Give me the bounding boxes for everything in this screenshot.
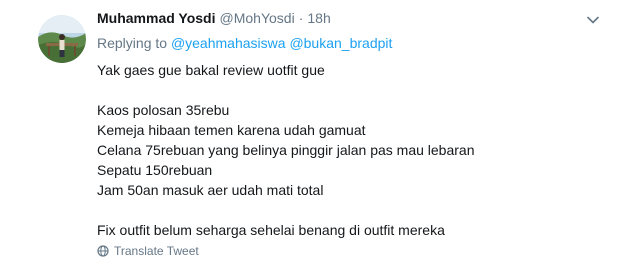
- replying-to-label: Replying to: [97, 35, 168, 51]
- tweet-line: Kemeja hibaan temen karena udah gamuat: [97, 122, 366, 138]
- tweet-line: Yak gaes gue bakal review uotfit gue: [97, 62, 325, 78]
- tweet-line: Kaos polosan 35rebu: [97, 102, 230, 118]
- display-name[interactable]: Muhammad Yosdi: [97, 10, 216, 26]
- tweet-text: Yak gaes gue bakal review uotfit gue Kao…: [97, 60, 617, 240]
- avatar-image: [38, 15, 86, 63]
- replying-to: Replying to @yeahmahasiswa @bukan_bradpi…: [97, 35, 392, 51]
- mention-link[interactable]: @bukan_bradpit: [289, 35, 392, 51]
- avatar[interactable]: [38, 15, 86, 63]
- translate-label: Translate Tweet: [114, 244, 199, 258]
- tweet-timestamp[interactable]: 18h: [307, 10, 330, 26]
- translate-tweet-link[interactable]: Translate Tweet: [97, 244, 199, 258]
- mention-link[interactable]: @yeahmahasiswa: [171, 35, 286, 51]
- tweet-line: Sepatu 150rebuan: [97, 162, 213, 178]
- user-handle[interactable]: @MohYosdi: [220, 10, 295, 26]
- line-break: [97, 200, 617, 220]
- tweet-line: Jam 50an masuk aer udah mati total: [97, 182, 324, 198]
- tweet-line: Celana 75rebuan yang belinya pinggir jal…: [97, 142, 475, 158]
- tweet-line: Fix outfit belum seharga sehelai benang …: [97, 222, 445, 238]
- tweet: Muhammad Yosdi @MohYosdi · 18h Replying …: [0, 0, 637, 272]
- chevron-down-icon[interactable]: [585, 12, 601, 28]
- tweet-header: Muhammad Yosdi @MohYosdi · 18h: [97, 10, 331, 30]
- line-break: [97, 80, 617, 100]
- separator-dot: ·: [298, 10, 304, 26]
- globe-icon: [97, 245, 109, 257]
